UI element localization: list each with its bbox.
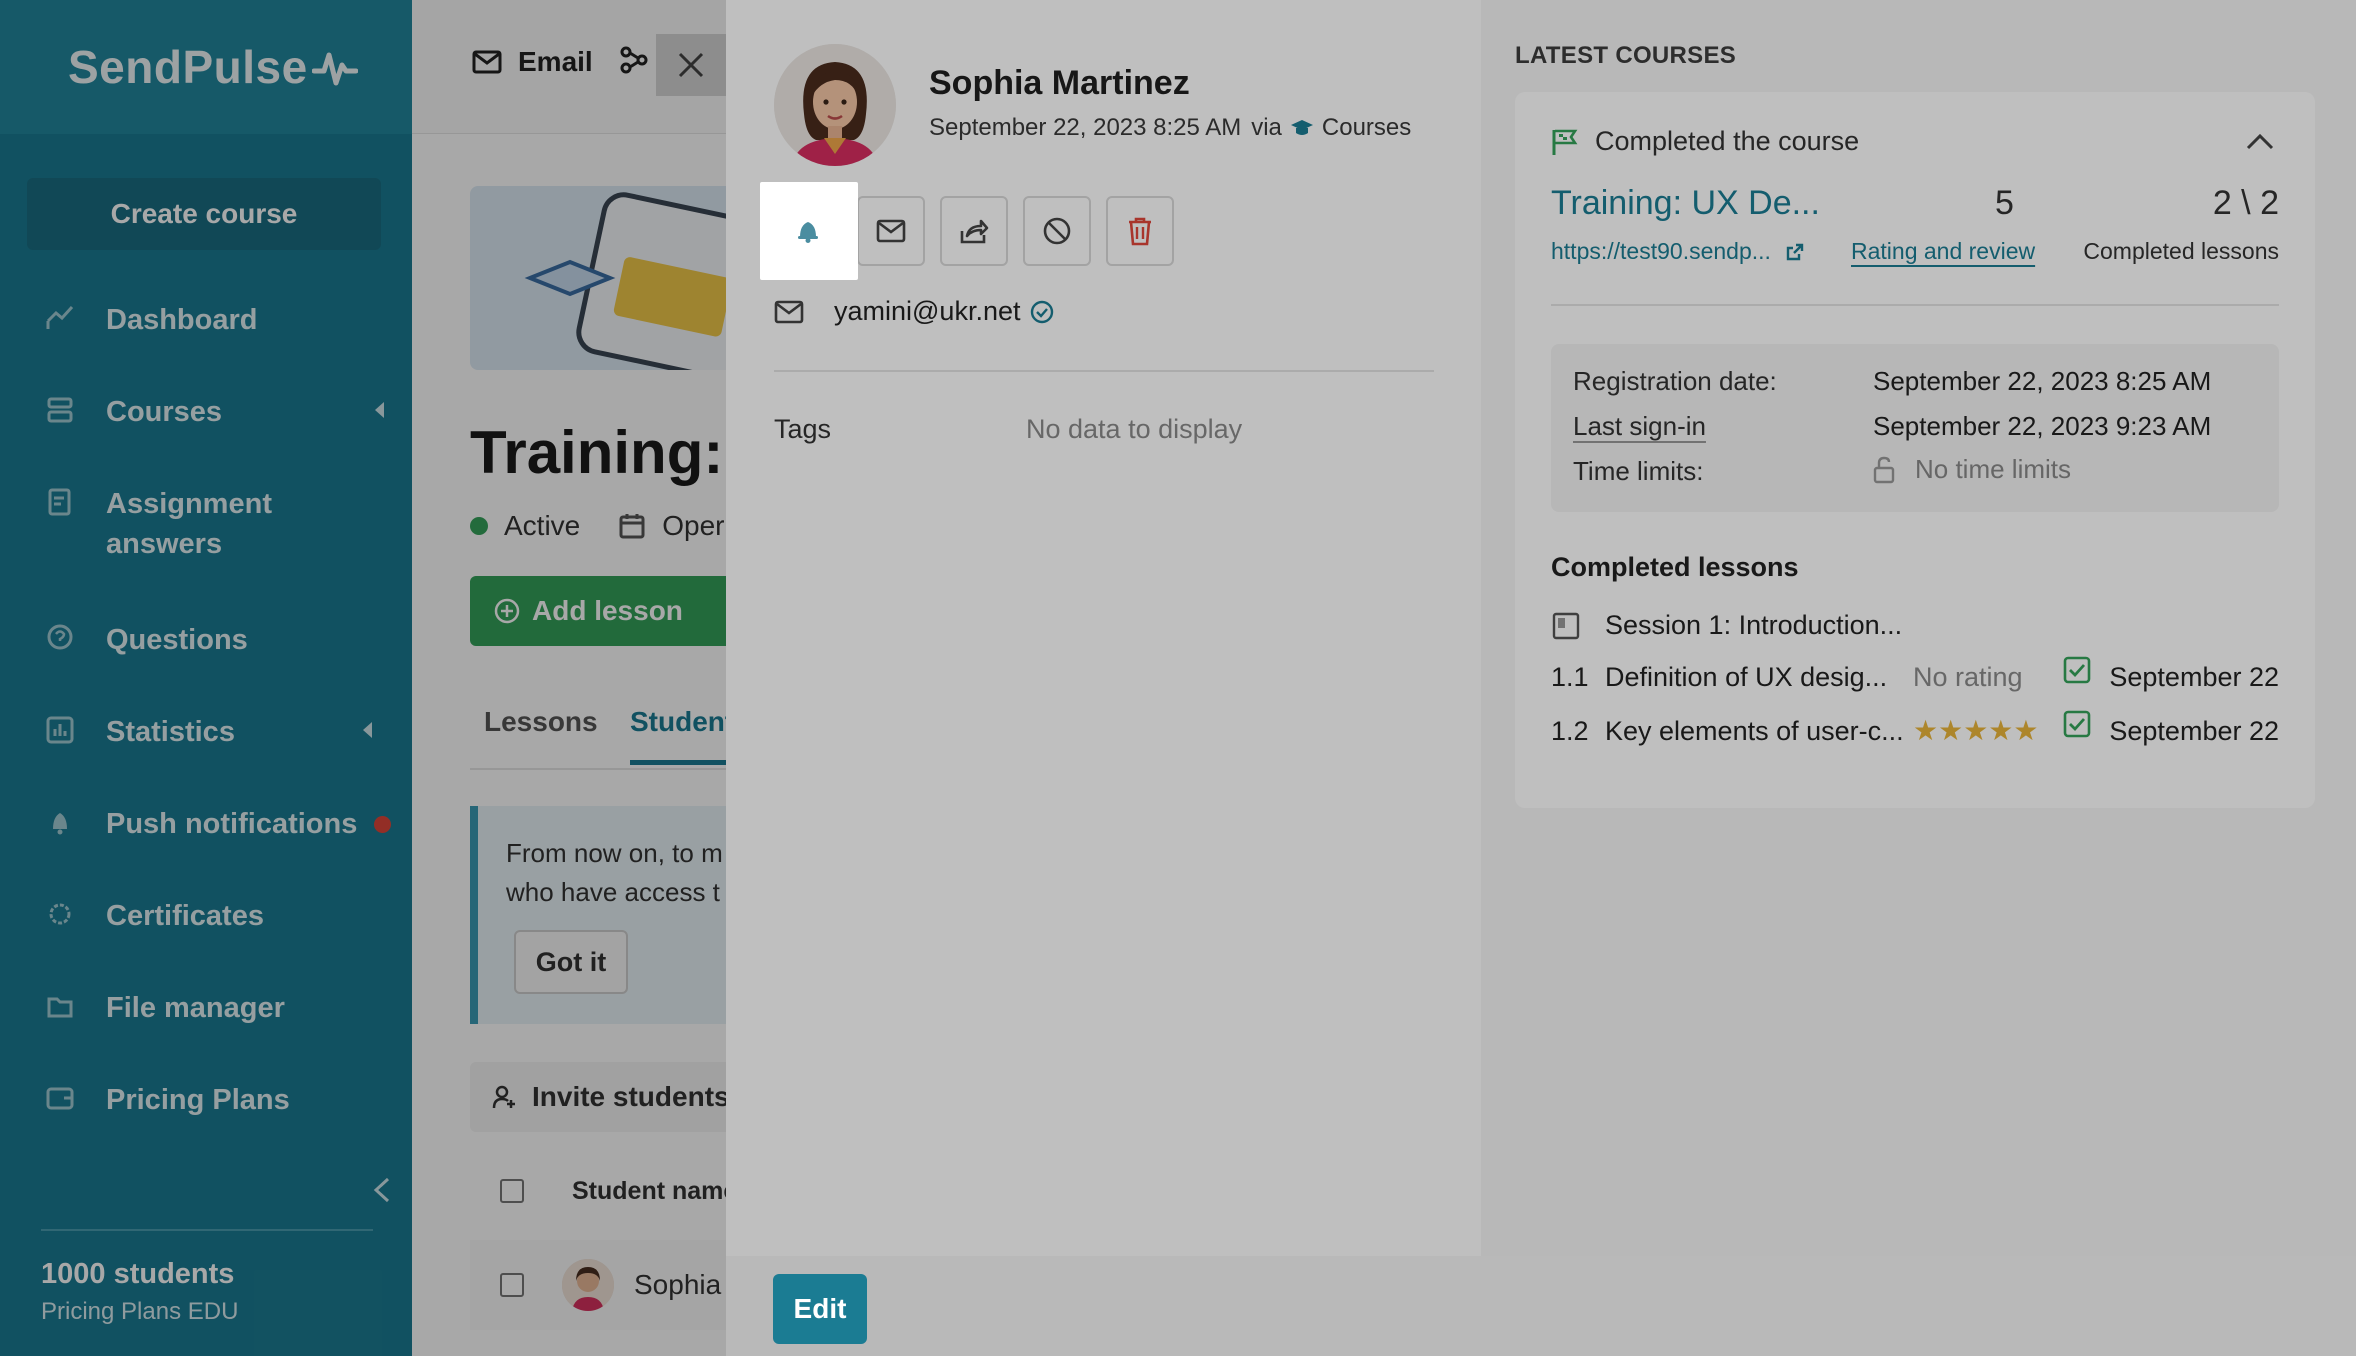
lesson-number: 1.2 — [1551, 716, 1589, 746]
lesson-date: September 22 — [2109, 716, 2279, 746]
student-meta: September 22, 2023 8:25 AM via Courses — [929, 114, 1411, 142]
unlock-icon — [1873, 456, 1895, 483]
external-link-icon — [1786, 243, 1804, 260]
share-button[interactable] — [940, 196, 1008, 266]
student-drawer: Sophia Martinez September 22, 2023 8:25 … — [726, 0, 2356, 1356]
student-actions — [774, 196, 1189, 266]
latest-courses-title: LATEST COURSES — [1515, 42, 1737, 69]
source-label: Courses — [1321, 114, 1412, 141]
graduation-cap-icon — [1290, 120, 1313, 135]
send-email-button[interactable] — [857, 196, 925, 266]
checkbox-checked-icon — [2063, 656, 2091, 691]
divider — [774, 370, 1434, 372]
registration-date-label: Registration date: — [1573, 366, 1777, 396]
via-label: via — [1251, 114, 1282, 141]
last-signin-value: September 22, 2023 9:23 AM — [1873, 411, 2212, 441]
last-signin-label[interactable]: Last sign-in — [1573, 411, 1706, 442]
lesson-name: Definition of UX desig... — [1605, 662, 1888, 692]
course-status-header: Completed the course — [1551, 126, 1859, 157]
course-rating-value: 5 — [1995, 184, 2014, 222]
registration-datetime: September 22, 2023 8:25 AM — [929, 114, 1242, 141]
envelope-icon — [774, 300, 804, 323]
flag-icon — [1552, 129, 1578, 155]
block-button[interactable] — [1023, 196, 1091, 266]
lesson-rating: No rating — [1913, 662, 2023, 692]
trash-icon — [1129, 217, 1151, 246]
envelope-icon — [876, 219, 906, 243]
student-name: Sophia Martinez — [929, 64, 1190, 102]
block-icon — [1043, 217, 1071, 245]
email-value[interactable]: yamini@ukr.net — [834, 296, 1020, 327]
session-icon — [1552, 612, 1580, 639]
course-status-text: Completed the course — [1595, 126, 1860, 156]
share-icon — [960, 219, 989, 244]
avatar — [774, 44, 896, 166]
latest-courses-pane: LATEST COURSES Completed the course Trai… — [1481, 0, 2356, 1256]
drawer-footer — [726, 1256, 2356, 1356]
session-item[interactable]: Session 1: Introduction... — [1551, 610, 1902, 641]
verified-icon — [1031, 300, 1054, 323]
session-title: Session 1: Introduction... — [1605, 610, 1903, 640]
course-title-link[interactable]: Training: UX De... — [1551, 184, 1820, 223]
lessons-progress: 2 \ 2 — [2212, 184, 2279, 222]
bell-icon — [798, 222, 818, 243]
course-card: Completed the course Training: UX De... … — [1515, 92, 2315, 808]
lesson-row[interactable]: 1.1 Definition of UX desig... No rating … — [1551, 656, 2279, 702]
time-limits-value: No time limits — [1873, 454, 2071, 485]
delete-button[interactable] — [1106, 196, 1174, 266]
tags-value: No data to display — [1026, 414, 1243, 444]
time-limits-text: No time limits — [1915, 454, 2072, 484]
course-info-box: Registration date: September 22, 2023 8:… — [1551, 344, 2279, 512]
tags-label: Tags — [774, 414, 832, 444]
star-rating: ★★★★★ — [1913, 715, 2039, 746]
student-email: yamini@ukr.net — [774, 296, 1054, 327]
lesson-name: Key elements of user-c... — [1605, 716, 1904, 746]
checkbox-checked-icon — [2063, 710, 2091, 745]
edit-button[interactable]: Edit — [773, 1274, 867, 1344]
divider — [1551, 304, 2279, 306]
lesson-row[interactable]: 1.2 Key elements of user-c... ★★★★★ Sept… — [1551, 710, 2279, 756]
registration-date-value: September 22, 2023 8:25 AM — [1873, 366, 2212, 396]
course-url-text: https://test90.sendp... — [1551, 238, 1771, 264]
rating-and-review-link[interactable]: Rating and review — [1851, 238, 2035, 265]
chevron-up-icon[interactable] — [2245, 132, 2275, 157]
send-push-button[interactable] — [774, 196, 842, 266]
completed-lessons-title: Completed lessons — [1551, 552, 1799, 582]
course-url-link[interactable]: https://test90.sendp... — [1551, 238, 1805, 265]
completed-lessons-label: Completed lessons — [2083, 238, 2279, 264]
lesson-date: September 22 — [2109, 662, 2279, 692]
time-limits-label: Time limits: — [1573, 456, 1704, 486]
lesson-number: 1.1 — [1551, 662, 1589, 692]
